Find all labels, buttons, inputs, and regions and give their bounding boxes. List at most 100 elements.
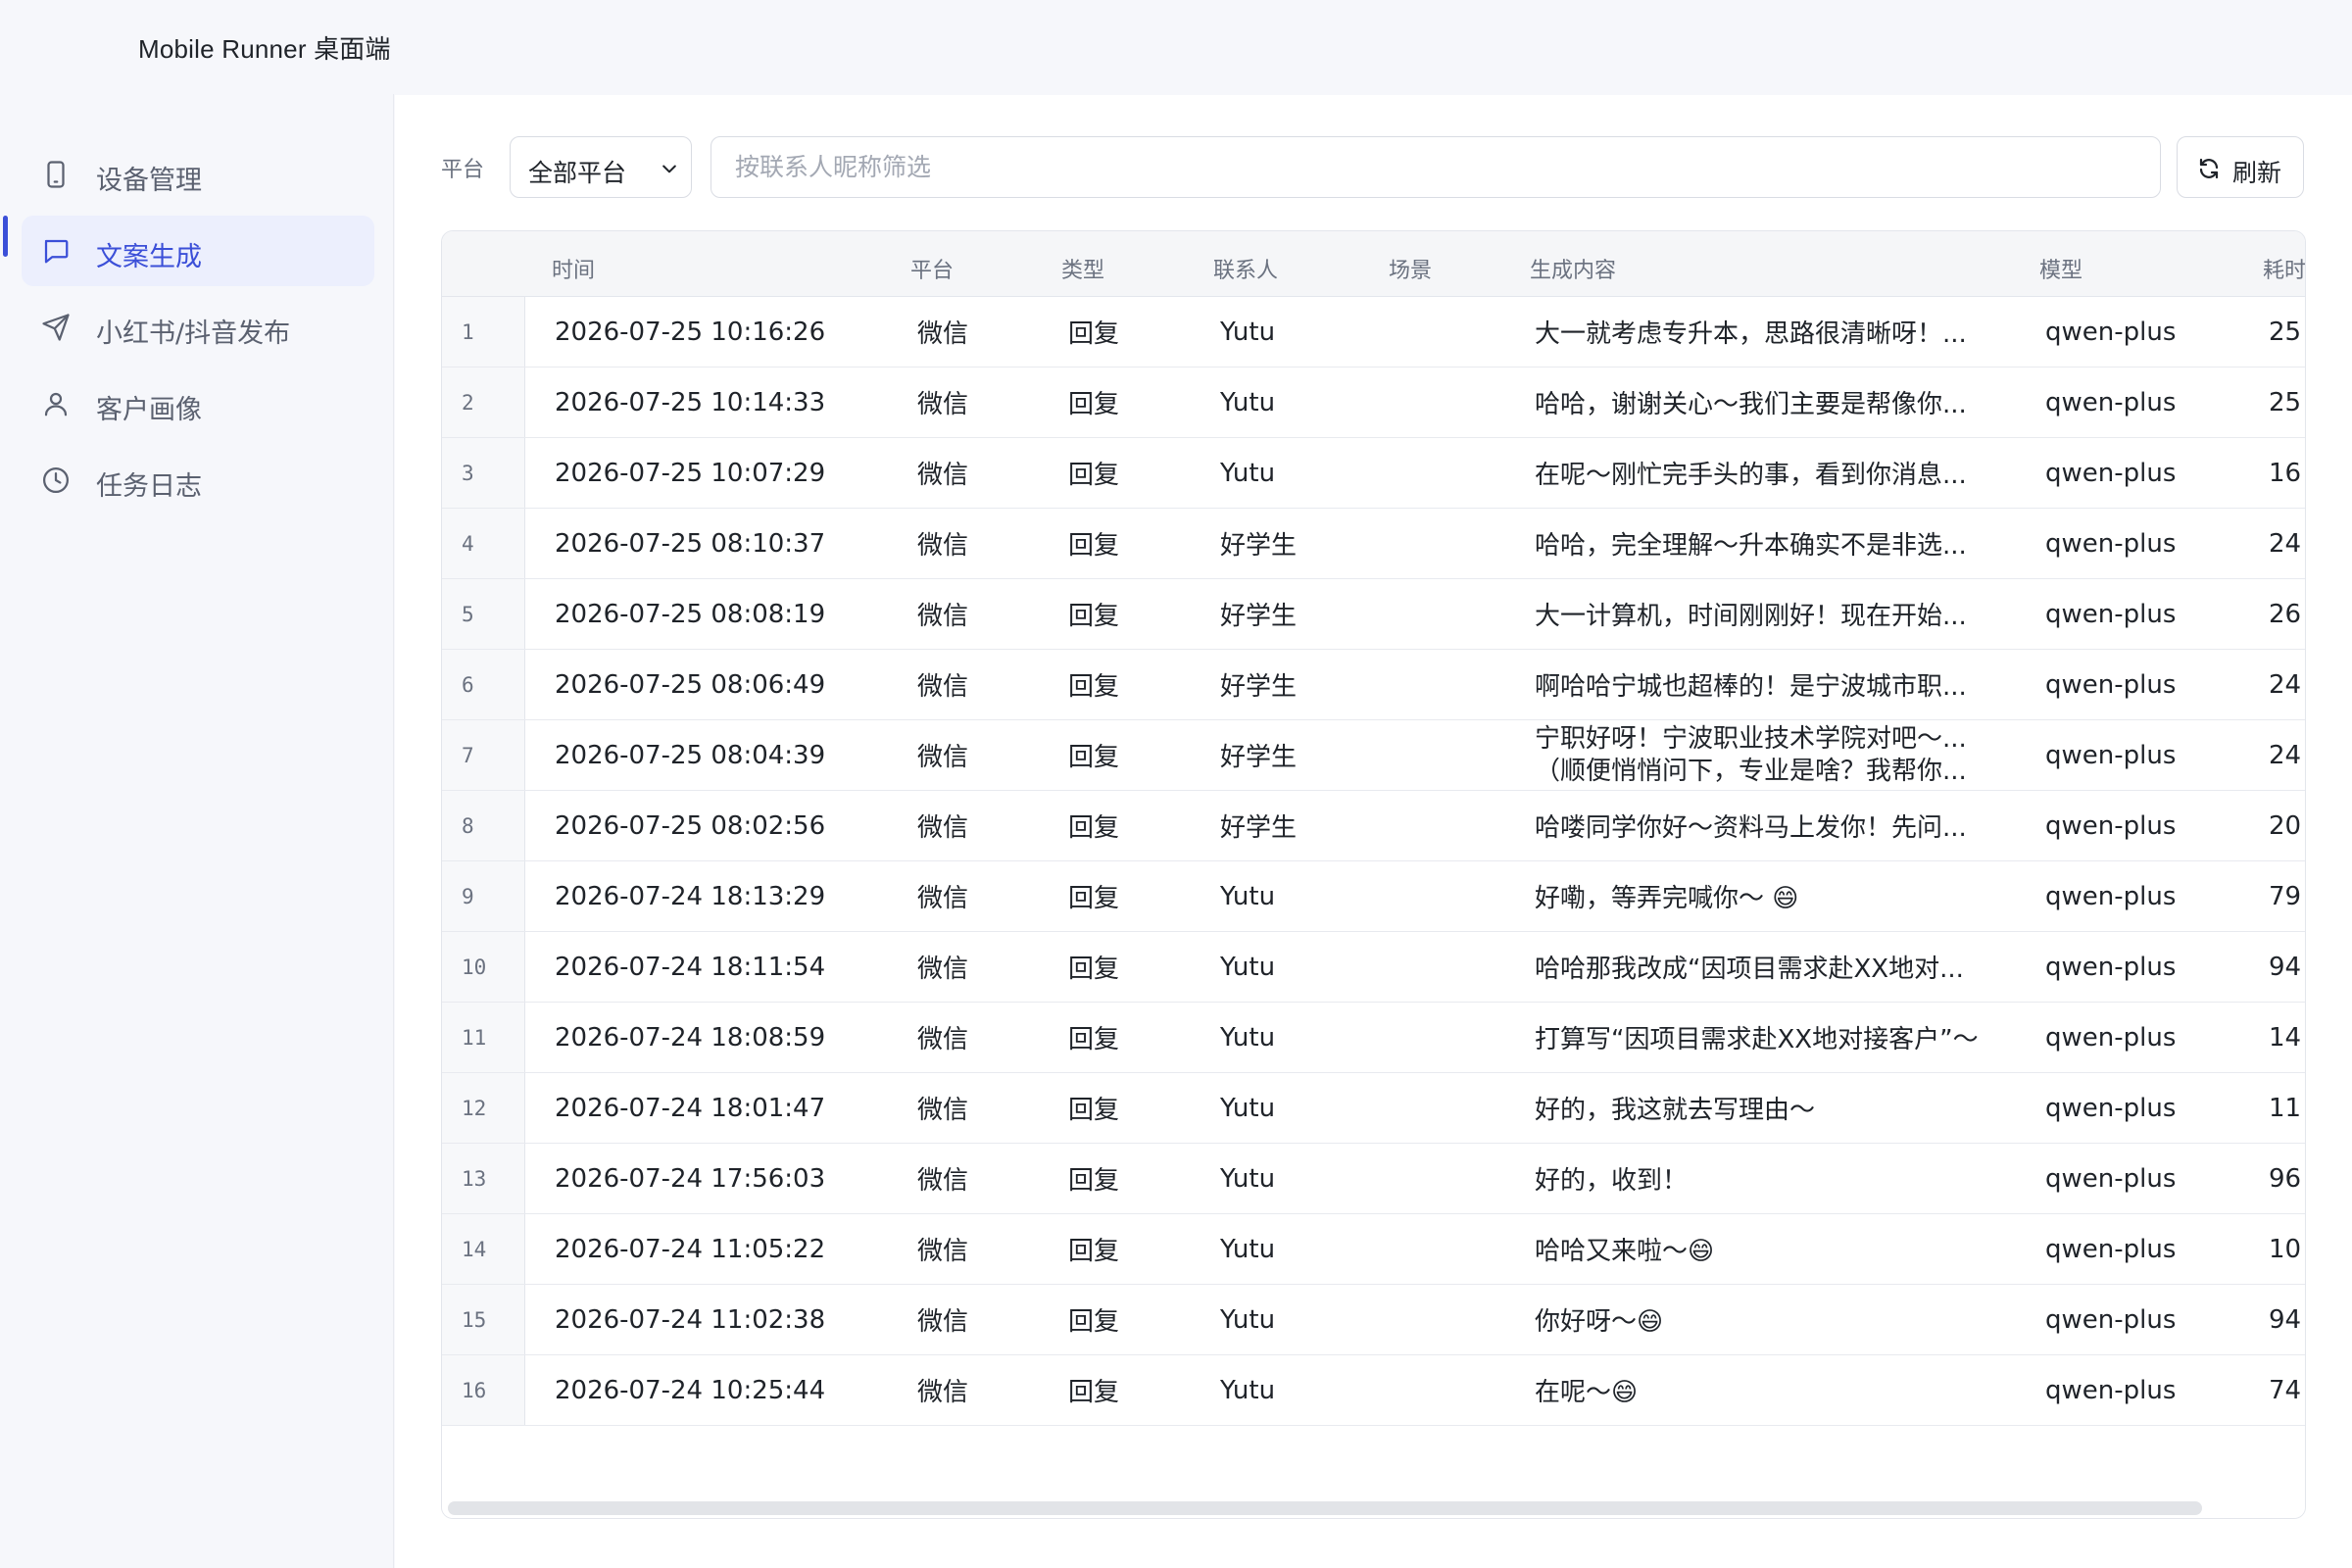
column-header-content[interactable]: 生成内容 <box>1530 253 1616 284</box>
cell-type: 回复 <box>1068 884 1120 913</box>
cell-duration: 16 <box>2269 458 2302 488</box>
row-number: 6 <box>462 673 474 697</box>
clock-icon <box>43 467 69 493</box>
title-bar: Mobile Runner 桌面端 <box>0 0 2352 94</box>
cell-content: 好的，我这就去写理由～ <box>1535 1096 1816 1125</box>
table-row[interactable]: 3 2026-07-25 10:07:29 微信 回复 Yutu 在呢～刚忙完手头的事，看… <box>442 438 2305 509</box>
sidebar-item-copywriting[interactable]: 文案生成 <box>22 216 374 286</box>
cell-contact: 好学生 <box>1220 602 1298 631</box>
table-row[interactable]: 15 2026-07-24 11:02:38 微信 回复 Yutu 你好呀～😄 qwen-p… <box>442 1285 2305 1355</box>
cell-type: 回复 <box>1068 461 1120 490</box>
column-header-type[interactable]: 类型 <box>1061 253 1104 284</box>
table-row[interactable]: 1 2026-07-25 10:16:26 微信 回复 Yutu 大一就考虑专升本，思路很… <box>442 297 2305 368</box>
cell-model: qwen-plus <box>2045 528 2177 559</box>
cell-type: 回复 <box>1068 319 1120 349</box>
cell-model: qwen-plus <box>2045 458 2177 488</box>
row-number: 10 <box>462 956 487 979</box>
cell-platform: 微信 <box>917 813 969 843</box>
cell-content: 宁职好呀！宁波职业技术学院对吧～... （顺便悄悄问下，专业是啥？我帮你... <box>1535 720 1995 790</box>
cell-time: 2026-07-25 08:10:37 <box>555 528 826 559</box>
cell-content: 哈喽同学你好～资料马上发你！先问... <box>1535 813 1967 843</box>
table-row[interactable]: 10 2026-07-24 18:11:54 微信 回复 Yutu 哈哈那我改成“因项目需… <box>442 932 2305 1003</box>
cell-platform: 微信 <box>917 672 969 702</box>
row-number: 7 <box>462 744 474 767</box>
table-row[interactable]: 4 2026-07-25 08:10:37 微信 回复 好学生 哈哈，完全理解～升本确实不… <box>442 509 2305 579</box>
row-number-cell: 4 <box>442 509 525 578</box>
chevron-down-icon <box>662 165 676 173</box>
row-number: 5 <box>462 603 474 626</box>
table-row[interactable]: 7 2026-07-25 08:04:39 微信 回复 好学生 宁职好呀！宁波职业技术学院… <box>442 720 2305 791</box>
column-header-duration[interactable]: 耗时 <box>2263 253 2305 284</box>
column-header-scene[interactable]: 场景 <box>1389 253 1432 284</box>
cell-platform: 微信 <box>917 1025 969 1054</box>
cell-time: 2026-07-24 18:01:47 <box>555 1093 826 1123</box>
cell-content: 大一就考虑专升本，思路很清晰呀！... <box>1535 319 1967 349</box>
cell-time: 2026-07-24 11:05:22 <box>555 1234 826 1264</box>
cell-time: 2026-07-25 10:14:33 <box>555 387 826 417</box>
horizontal-scrollbar[interactable] <box>442 1497 2305 1518</box>
table-body: 1 2026-07-25 10:16:26 微信 回复 Yutu 大一就考虑专升本，思路很… <box>442 297 2305 1426</box>
cell-time: 2026-07-24 10:25:44 <box>555 1375 826 1405</box>
table-row[interactable]: 12 2026-07-24 18:01:47 微信 回复 Yutu 好的，我这就去写理由～… <box>442 1073 2305 1144</box>
cell-platform: 微信 <box>917 1096 969 1125</box>
sidebar-item-label: 文案生成 <box>96 242 202 272</box>
table-row[interactable]: 11 2026-07-24 18:08:59 微信 回复 Yutu 打算写“因项目需求赴X… <box>442 1003 2305 1073</box>
row-number: 8 <box>462 814 474 838</box>
row-number-cell: 8 <box>442 791 525 860</box>
cell-type: 回复 <box>1068 1096 1120 1125</box>
cell-time: 2026-07-24 11:02:38 <box>555 1304 826 1335</box>
cell-type: 回复 <box>1068 531 1120 561</box>
row-number: 2 <box>462 391 474 415</box>
cell-contact: Yutu <box>1220 1234 1276 1264</box>
cell-platform: 微信 <box>917 884 969 913</box>
sidebar-item-device-management[interactable]: 设备管理 <box>22 139 374 210</box>
sidebar-item-customer-profile[interactable]: 客户画像 <box>22 368 374 439</box>
cell-time: 2026-07-25 08:02:56 <box>555 810 826 841</box>
refresh-button[interactable]: 刷新 <box>2177 136 2304 198</box>
column-header-contact[interactable]: 联系人 <box>1213 253 1278 284</box>
cell-contact: Yutu <box>1220 1304 1276 1335</box>
table-row[interactable]: 9 2026-07-24 18:13:29 微信 回复 Yutu 好嘞，等弄完喊你～ 😄 q… <box>442 861 2305 932</box>
table-row[interactable]: 14 2026-07-24 11:05:22 微信 回复 Yutu 哈哈又来啦～😄 qwen… <box>442 1214 2305 1285</box>
cell-model: qwen-plus <box>2045 810 2177 841</box>
cell-platform: 微信 <box>917 1378 969 1407</box>
row-number-cell: 3 <box>442 438 525 508</box>
app-title: Mobile Runner 桌面端 <box>138 34 391 64</box>
cell-contact: Yutu <box>1220 1375 1276 1405</box>
row-number-cell: 7 <box>442 720 525 790</box>
cell-content-line1: 宁职好呀！宁波职业技术学院对吧～... <box>1535 723 1967 754</box>
sidebar-item-task-log[interactable]: 任务日志 <box>22 445 374 515</box>
table-row[interactable]: 8 2026-07-25 08:02:56 微信 回复 好学生 哈喽同学你好～资料马上发你… <box>442 791 2305 861</box>
sidebar-item-label: 任务日志 <box>96 471 202 502</box>
sidebar-item-publish[interactable]: 小红书/抖音发布 <box>22 292 374 363</box>
table-row[interactable]: 13 2026-07-24 17:56:03 微信 回复 Yutu 好的，收到！ qwen-… <box>442 1144 2305 1214</box>
table-row[interactable]: 6 2026-07-25 08:06:49 微信 回复 好学生 啊哈哈宁城也超棒的！是宁波… <box>442 650 2305 720</box>
column-header-model[interactable]: 模型 <box>2039 253 2082 284</box>
cell-duration: 24 <box>2269 669 2302 700</box>
cell-contact: Yutu <box>1220 952 1276 982</box>
cell-type: 回复 <box>1068 743 1120 772</box>
row-number-cell: 2 <box>442 368 525 437</box>
cell-type: 回复 <box>1068 390 1120 419</box>
table-row[interactable]: 2 2026-07-25 10:14:33 微信 回复 Yutu 哈哈，谢谢关心～我们主要… <box>442 368 2305 438</box>
cell-duration: 25 <box>2269 317 2302 347</box>
cell-model: qwen-plus <box>2045 740 2177 770</box>
table-row[interactable]: 16 2026-07-24 10:25:44 微信 回复 Yutu 在呢～😄 qwen-pl… <box>442 1355 2305 1426</box>
cell-model: qwen-plus <box>2045 881 2177 911</box>
cell-duration: 94 <box>2269 952 2302 982</box>
cell-duration: 74 <box>2269 1375 2302 1405</box>
scrollbar-thumb[interactable] <box>448 1501 2202 1515</box>
cell-type: 回复 <box>1068 672 1120 702</box>
cell-contact: Yutu <box>1220 1022 1276 1053</box>
column-header-platform[interactable]: 平台 <box>910 253 954 284</box>
table-row[interactable]: 5 2026-07-25 08:08:19 微信 回复 好学生 大一计算机，时间刚刚好！现… <box>442 579 2305 650</box>
platform-select[interactable]: 全部平台 <box>510 136 692 198</box>
table-header: 时间 平台 类型 联系人 场景 生成内容 模型 耗时 <box>442 231 2305 297</box>
row-number-cell: 14 <box>442 1214 525 1284</box>
cell-content: 哈哈，谢谢关心～我们主要是帮像你... <box>1535 390 1967 419</box>
contact-search-input[interactable] <box>710 136 2161 198</box>
cell-model: qwen-plus <box>2045 952 2177 982</box>
cell-contact: Yutu <box>1220 881 1276 911</box>
column-header-time[interactable]: 时间 <box>552 253 595 284</box>
cell-duration: 20 <box>2269 810 2302 841</box>
